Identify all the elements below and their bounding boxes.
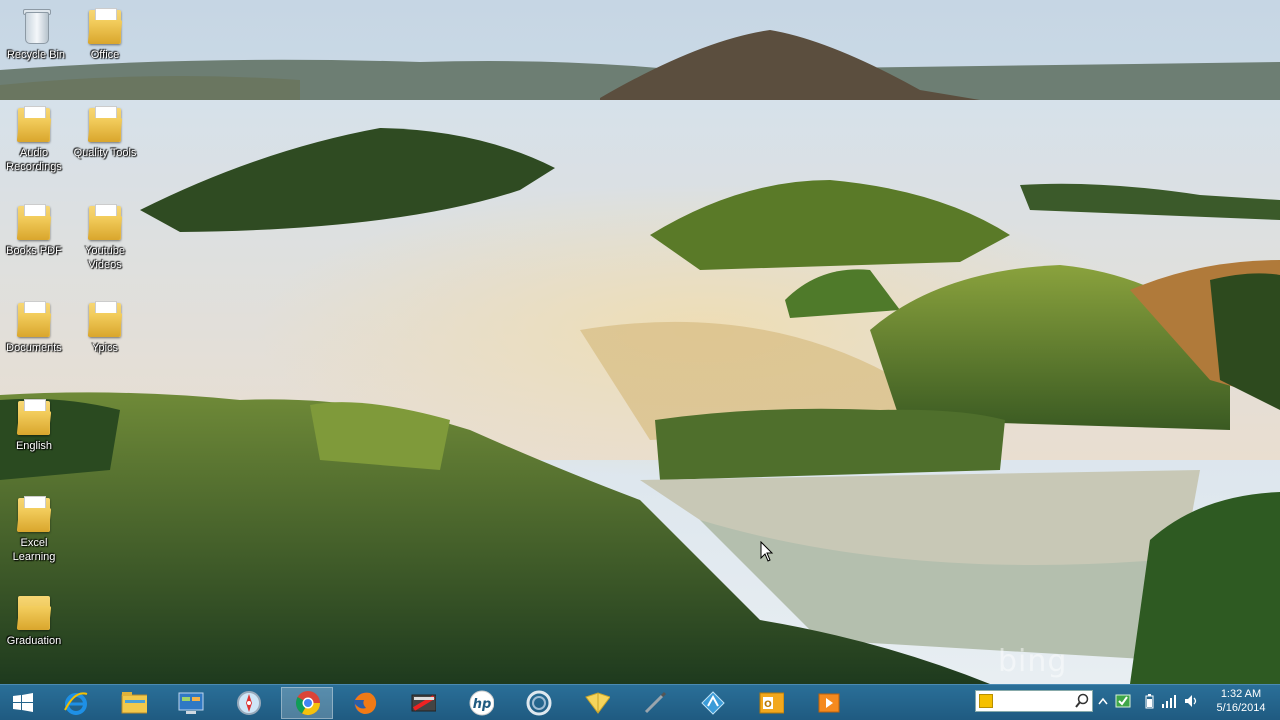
desktop-icon-documents[interactable]: Documents: [0, 299, 70, 355]
svg-text:O: O: [764, 700, 772, 710]
desktop-icon-label: Quality Tools: [73, 147, 137, 159]
folder-icon: [16, 104, 52, 144]
desktop-icon-label: Recycle Bin: [6, 49, 66, 61]
clock-date: 5/16/2014: [1216, 702, 1266, 714]
folder-icon: [16, 397, 52, 437]
video-editor-icon: [410, 690, 436, 716]
taskbar-control-panel[interactable]: [165, 687, 217, 719]
desktop-icon-quality-tools[interactable]: Quality Tools: [69, 104, 141, 160]
taskbar-safari[interactable]: [223, 687, 275, 719]
folder-icon: [16, 592, 52, 632]
windows-logo-icon: [13, 693, 33, 712]
file-explorer-icon: [121, 690, 147, 716]
player-app-icon: [816, 690, 842, 716]
bing-flag-icon: [979, 694, 993, 708]
folder-icon: [87, 104, 123, 144]
recycle-bin-icon: [18, 6, 54, 46]
hp-icon: hp: [468, 690, 494, 716]
signal-icon[interactable]: [1161, 693, 1177, 709]
desktop-icon-office[interactable]: Office: [69, 6, 141, 62]
pen-tool-icon: [642, 690, 668, 716]
taskbar-clock[interactable]: 1:32 AM 5/16/2014: [1206, 687, 1276, 715]
search-icon: [1075, 693, 1089, 708]
desktop-icon-recycle-bin[interactable]: Recycle Bin: [0, 6, 72, 62]
desktop-icon-ypics[interactable]: Ypics: [69, 299, 141, 355]
folder-icon: [87, 6, 123, 46]
taskbar-chrome[interactable]: [281, 687, 333, 719]
firefox-icon: [352, 690, 378, 716]
desktop-icon-label: Documents: [6, 342, 62, 354]
taskbar-pen-tool[interactable]: [629, 687, 681, 719]
start-button[interactable]: [0, 687, 46, 719]
battery-icon[interactable]: [1141, 693, 1157, 709]
taskbar-vpn-app[interactable]: [687, 687, 739, 719]
taskbar-hp[interactable]: hp: [455, 687, 507, 719]
taskbar-internet-explorer[interactable]: [50, 687, 102, 719]
sticky-folder-icon: [584, 690, 610, 716]
desktop-icon-label: Ypics: [91, 342, 119, 354]
svg-text:hp: hp: [473, 697, 492, 712]
desktop-wallpaper: [0, 0, 1280, 684]
taskbar-sticky-folder[interactable]: [571, 687, 623, 719]
folder-icon: [87, 202, 123, 242]
taskbar-media-player[interactable]: [513, 687, 565, 719]
desktop-icon-label: Books PDF: [6, 245, 62, 257]
taskbar-search-input[interactable]: [975, 690, 1093, 712]
desktop-icon-label: Youtube Videos: [85, 245, 125, 271]
desktop-icon-label: Graduation: [6, 635, 62, 647]
desktop-icon-graduation[interactable]: Graduation: [0, 592, 70, 648]
network-app-icon[interactable]: [1115, 693, 1131, 709]
volume-icon[interactable]: [1183, 693, 1199, 709]
control-panel-icon: [178, 690, 204, 716]
clock-time: 1:32 AM: [1220, 688, 1262, 700]
safari-icon: [236, 690, 262, 716]
folder-icon: [16, 494, 52, 534]
taskbar-file-explorer[interactable]: [108, 687, 160, 719]
folder-icon: [16, 299, 52, 339]
desktop-icon-label: Office: [90, 49, 120, 61]
mouse-cursor-icon: [760, 541, 774, 562]
show-hidden-icons-chevron-icon[interactable]: [1095, 693, 1111, 709]
internet-explorer-icon: [63, 690, 89, 716]
desktop-icon-label: Excel Learning: [12, 537, 56, 563]
desktop-icon-audio-recordings[interactable]: Audio Recordings: [0, 104, 70, 174]
taskbar-video-editor[interactable]: [397, 687, 449, 719]
chrome-icon: [294, 690, 320, 716]
bing-watermark: bing: [998, 644, 1068, 679]
folder-icon: [16, 202, 52, 242]
taskbar-outlook[interactable]: O: [745, 687, 797, 719]
taskbar-player-app[interactable]: [803, 687, 855, 719]
folder-icon: [87, 299, 123, 339]
taskbar-firefox[interactable]: [339, 687, 391, 719]
desktop-icon-youtube-videos[interactable]: Youtube Videos: [69, 202, 141, 272]
desktop-icon-books-pdf[interactable]: Books PDF: [0, 202, 70, 258]
desktop-icon-excel-learning[interactable]: Excel Learning: [0, 494, 70, 564]
desktop-icon-label: Audio Recordings: [6, 147, 62, 173]
desktop-icon-english[interactable]: English: [0, 397, 70, 453]
outlook-icon: O: [758, 690, 784, 716]
vpn-app-icon: [700, 690, 726, 716]
media-player-icon: [526, 690, 552, 716]
desktop-icon-label: English: [15, 440, 53, 452]
